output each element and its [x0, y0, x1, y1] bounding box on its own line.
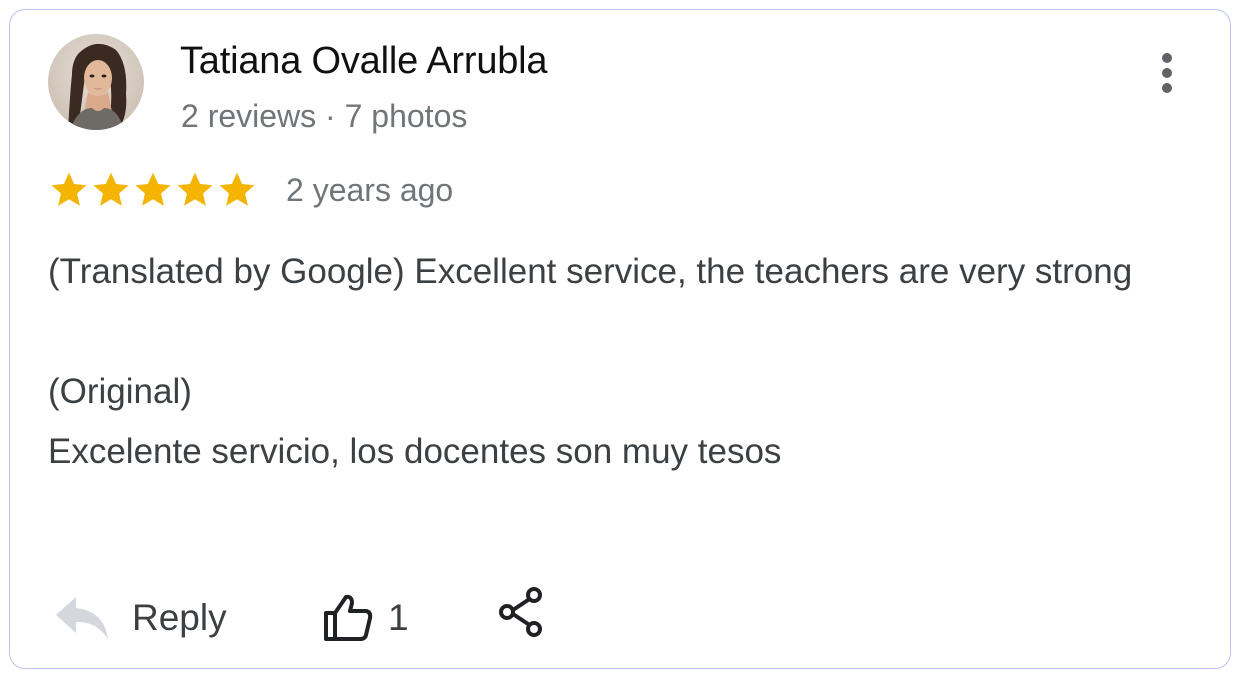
translated-text: (Translated by Google) Excellent service… — [48, 252, 1133, 291]
more-vert-icon — [1162, 53, 1172, 93]
star-icon — [177, 172, 213, 206]
star-icon — [219, 172, 255, 206]
star-icon — [135, 172, 171, 206]
like-count: 1 — [388, 597, 409, 638]
like-button[interactable]: 1 — [322, 588, 409, 648]
avatar-photo-icon — [48, 34, 144, 130]
original-label: (Original) — [48, 372, 192, 411]
thumbs-up-icon — [324, 594, 373, 641]
share-icon — [499, 587, 542, 637]
reply-button[interactable]: Reply — [54, 588, 227, 648]
rating-row: 2 years ago — [48, 168, 453, 212]
review-date: 2 years ago — [286, 171, 454, 208]
star-icon — [51, 172, 87, 206]
reply-label: Reply — [132, 597, 227, 638]
star-icon — [93, 172, 129, 206]
star-rating — [48, 169, 258, 211]
reviewer-name[interactable]: Tatiana Ovalle Arrubla — [180, 40, 548, 83]
avatar[interactable] — [48, 34, 144, 130]
share-button[interactable] — [496, 584, 548, 640]
reviewer-meta: 2 reviews · 7 photos — [181, 98, 468, 134]
original-text: Excelente servicio, los docentes son muy… — [48, 432, 782, 471]
review-actions: Reply 1 — [10, 580, 1230, 660]
reply-arrow-icon — [56, 597, 108, 639]
review-card: Tatiana Ovalle Arrubla 2 reviews · 7 pho… — [9, 9, 1231, 669]
review-text: (Translated by Google) Excellent service… — [48, 242, 1198, 482]
more-options-button[interactable] — [1152, 46, 1182, 100]
